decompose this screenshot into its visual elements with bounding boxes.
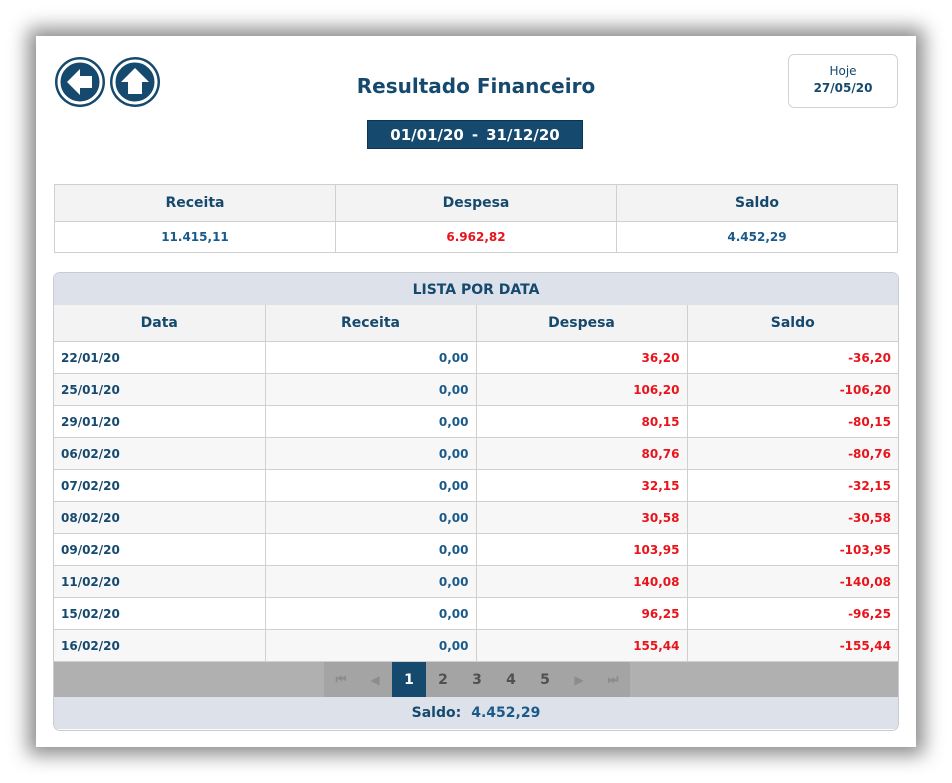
list-body: 22/01/20 0,00 36,20 -36,20 25/01/20 0,00 106,2… <box>54 341 898 662</box>
cell-saldo: -32,15 <box>686 469 898 502</box>
cell-despesa: 80,15 <box>475 405 688 438</box>
cell-date: 11/02/20 <box>54 565 266 598</box>
cell-saldo: -80,15 <box>686 405 898 438</box>
page-button-1[interactable]: 1 <box>392 662 426 697</box>
prev-page-icon[interactable]: ◀ <box>358 662 392 697</box>
cell-despesa: 155,44 <box>475 629 688 662</box>
cell-saldo: -140,08 <box>686 565 898 598</box>
cell-date: 29/01/20 <box>54 405 266 438</box>
page-button-2[interactable]: 2 <box>426 662 460 697</box>
cell-despesa: 140,08 <box>475 565 688 598</box>
cell-date: 22/01/20 <box>54 341 266 374</box>
table-row[interactable]: 22/01/20 0,00 36,20 -36,20 <box>54 341 898 374</box>
period-end: 31/12/20 <box>486 125 560 144</box>
cell-despesa: 32,15 <box>475 469 688 502</box>
cell-receita: 0,00 <box>264 405 477 438</box>
summary-receita-value: 11.415,11 <box>54 221 336 253</box>
table-row[interactable]: 16/02/20 0,00 155,44 -155,44 <box>54 629 898 662</box>
cell-saldo: -96,25 <box>686 597 898 630</box>
summary-despesa-value: 6.962,82 <box>335 221 617 253</box>
table-row[interactable]: 07/02/20 0,00 32,15 -32,15 <box>54 469 898 502</box>
cell-date: 06/02/20 <box>54 437 266 470</box>
pagination-bar: ⏮ ◀ 1 2 3 4 5 ▶ ⏭ <box>54 662 898 697</box>
summary-header-despesa: Despesa <box>335 184 617 222</box>
report-window: Resultado Financeiro 01/01/20 - 31/12/20… <box>36 36 916 747</box>
cell-saldo: -80,76 <box>686 437 898 470</box>
balance-footer: Saldo: 4.452,29 <box>54 697 898 729</box>
cell-receita: 0,00 <box>264 629 477 662</box>
table-row[interactable]: 15/02/20 0,00 96,25 -96,25 <box>54 597 898 630</box>
column-header-saldo[interactable]: Saldo <box>686 305 898 342</box>
cell-receita: 0,00 <box>264 597 477 630</box>
cell-date: 15/02/20 <box>54 597 266 630</box>
cell-receita: 0,00 <box>264 565 477 598</box>
next-page-icon[interactable]: ▶ <box>562 662 596 697</box>
summary-header-row: Receita Despesa Saldo <box>54 184 898 222</box>
summary-table: Receita Despesa Saldo 11.415,11 6.962,82… <box>54 184 898 253</box>
page-button-3[interactable]: 3 <box>460 662 494 697</box>
cell-receita: 0,00 <box>264 341 477 374</box>
page-button-4[interactable]: 4 <box>494 662 528 697</box>
cell-date: 08/02/20 <box>54 501 266 534</box>
cell-receita: 0,00 <box>264 469 477 502</box>
period-separator: - <box>471 125 479 144</box>
last-page-icon[interactable]: ⏭ <box>596 662 630 697</box>
today-box: Hoje 27/05/20 <box>788 54 898 108</box>
table-row[interactable]: 09/02/20 0,00 103,95 -103,95 <box>54 533 898 566</box>
summary-saldo-value: 4.452,29 <box>616 221 898 253</box>
cell-despesa: 96,25 <box>475 597 688 630</box>
cell-date: 09/02/20 <box>54 533 266 566</box>
table-row[interactable]: 06/02/20 0,00 80,76 -80,76 <box>54 437 898 470</box>
period-range: 01/01/20 - 31/12/20 <box>367 120 583 149</box>
page-title: Resultado Financeiro <box>356 74 596 98</box>
cell-date: 25/01/20 <box>54 373 266 406</box>
cell-despesa: 30,58 <box>475 501 688 534</box>
first-page-icon[interactable]: ⏮ <box>324 662 358 697</box>
today-date: 27/05/20 <box>813 81 873 95</box>
table-row[interactable]: 25/01/20 0,00 106,20 -106,20 <box>54 373 898 406</box>
cell-date: 16/02/20 <box>54 629 266 662</box>
cell-despesa: 103,95 <box>475 533 688 566</box>
cell-saldo: -36,20 <box>686 341 898 374</box>
list-title: LISTA POR DATA <box>54 273 898 305</box>
period-start: 01/01/20 <box>390 125 464 144</box>
table-row[interactable]: 29/01/20 0,00 80,15 -80,15 <box>54 405 898 438</box>
cell-despesa: 80,76 <box>475 437 688 470</box>
cell-despesa: 36,20 <box>475 341 688 374</box>
list-header-row: Data Receita Despesa Saldo <box>54 305 898 342</box>
summary-header-receita: Receita <box>54 184 336 222</box>
cell-despesa: 106,20 <box>475 373 688 406</box>
table-row[interactable]: 11/02/20 0,00 140,08 -140,08 <box>54 565 898 598</box>
balance-label: Saldo: <box>411 705 462 721</box>
column-header-receita[interactable]: Receita <box>264 305 477 342</box>
cell-saldo: -106,20 <box>686 373 898 406</box>
cell-saldo: -155,44 <box>686 629 898 662</box>
cell-receita: 0,00 <box>264 533 477 566</box>
cell-saldo: -103,95 <box>686 533 898 566</box>
column-header-despesa[interactable]: Despesa <box>475 305 688 342</box>
cell-receita: 0,00 <box>264 501 477 534</box>
summary-value-row: 11.415,11 6.962,82 4.452,29 <box>54 221 898 253</box>
table-row[interactable]: 08/02/20 0,00 30,58 -30,58 <box>54 501 898 534</box>
cell-saldo: -30,58 <box>686 501 898 534</box>
page-button-5[interactable]: 5 <box>528 662 562 697</box>
today-label: Hoje <box>829 64 857 78</box>
list-table: Data Receita Despesa Saldo 22/01/20 0,00 3… <box>54 305 898 662</box>
balance-value: 4.452,29 <box>471 705 541 721</box>
pagination-controls: ⏮ ◀ 1 2 3 4 5 ▶ ⏭ <box>324 662 630 697</box>
cell-date: 07/02/20 <box>54 469 266 502</box>
cell-receita: 0,00 <box>264 373 477 406</box>
cell-receita: 0,00 <box>264 437 477 470</box>
column-header-data[interactable]: Data <box>54 305 266 342</box>
summary-header-saldo: Saldo <box>616 184 898 222</box>
list-panel: LISTA POR DATA Data Receita Despesa Sald… <box>53 272 899 731</box>
